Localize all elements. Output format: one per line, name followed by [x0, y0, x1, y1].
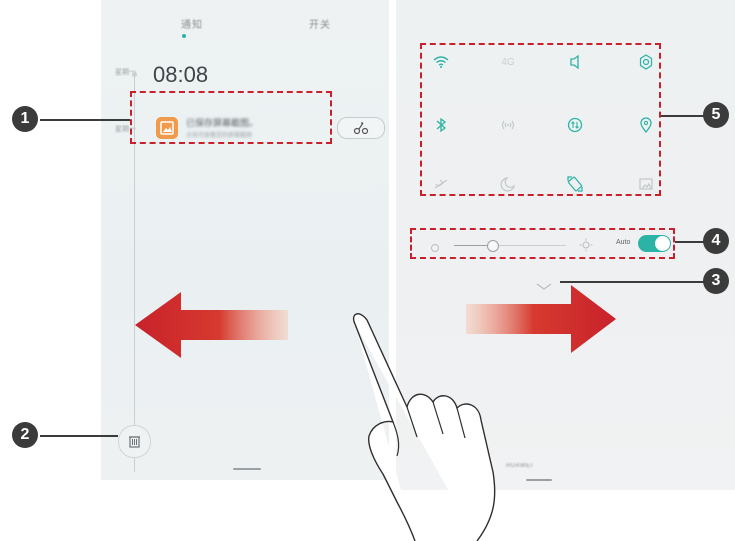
hand-gesture-icon [352, 313, 496, 541]
callout-5: 5 [703, 102, 729, 128]
callout-box-toggles [420, 43, 661, 196]
callout-leader [40, 435, 118, 437]
callout-leader [675, 241, 705, 243]
callout-box-notification [130, 91, 332, 144]
callout-1: 1 [12, 106, 38, 132]
trash-icon [129, 436, 140, 448]
home-indicator [233, 468, 261, 470]
callout-leader [661, 115, 705, 117]
swipe-left-arrow [135, 292, 288, 358]
notification-time: 08:08 [153, 62, 209, 87]
timeline-dot [132, 72, 137, 77]
active-tab-indicator [182, 34, 186, 38]
callout-2: 2 [12, 422, 38, 448]
tab-shortcuts[interactable]: 开关 [309, 16, 331, 31]
clear-all-button[interactable] [118, 425, 151, 458]
callout-leader [40, 119, 130, 121]
tab-notifications[interactable]: 通知 [181, 16, 203, 31]
callout-box-brightness [410, 228, 675, 259]
share-icon [353, 122, 369, 135]
share-button[interactable] [337, 117, 385, 139]
callout-3: 3 [703, 268, 729, 294]
callout-4: 4 [703, 228, 729, 254]
callout-leader [560, 281, 706, 283]
